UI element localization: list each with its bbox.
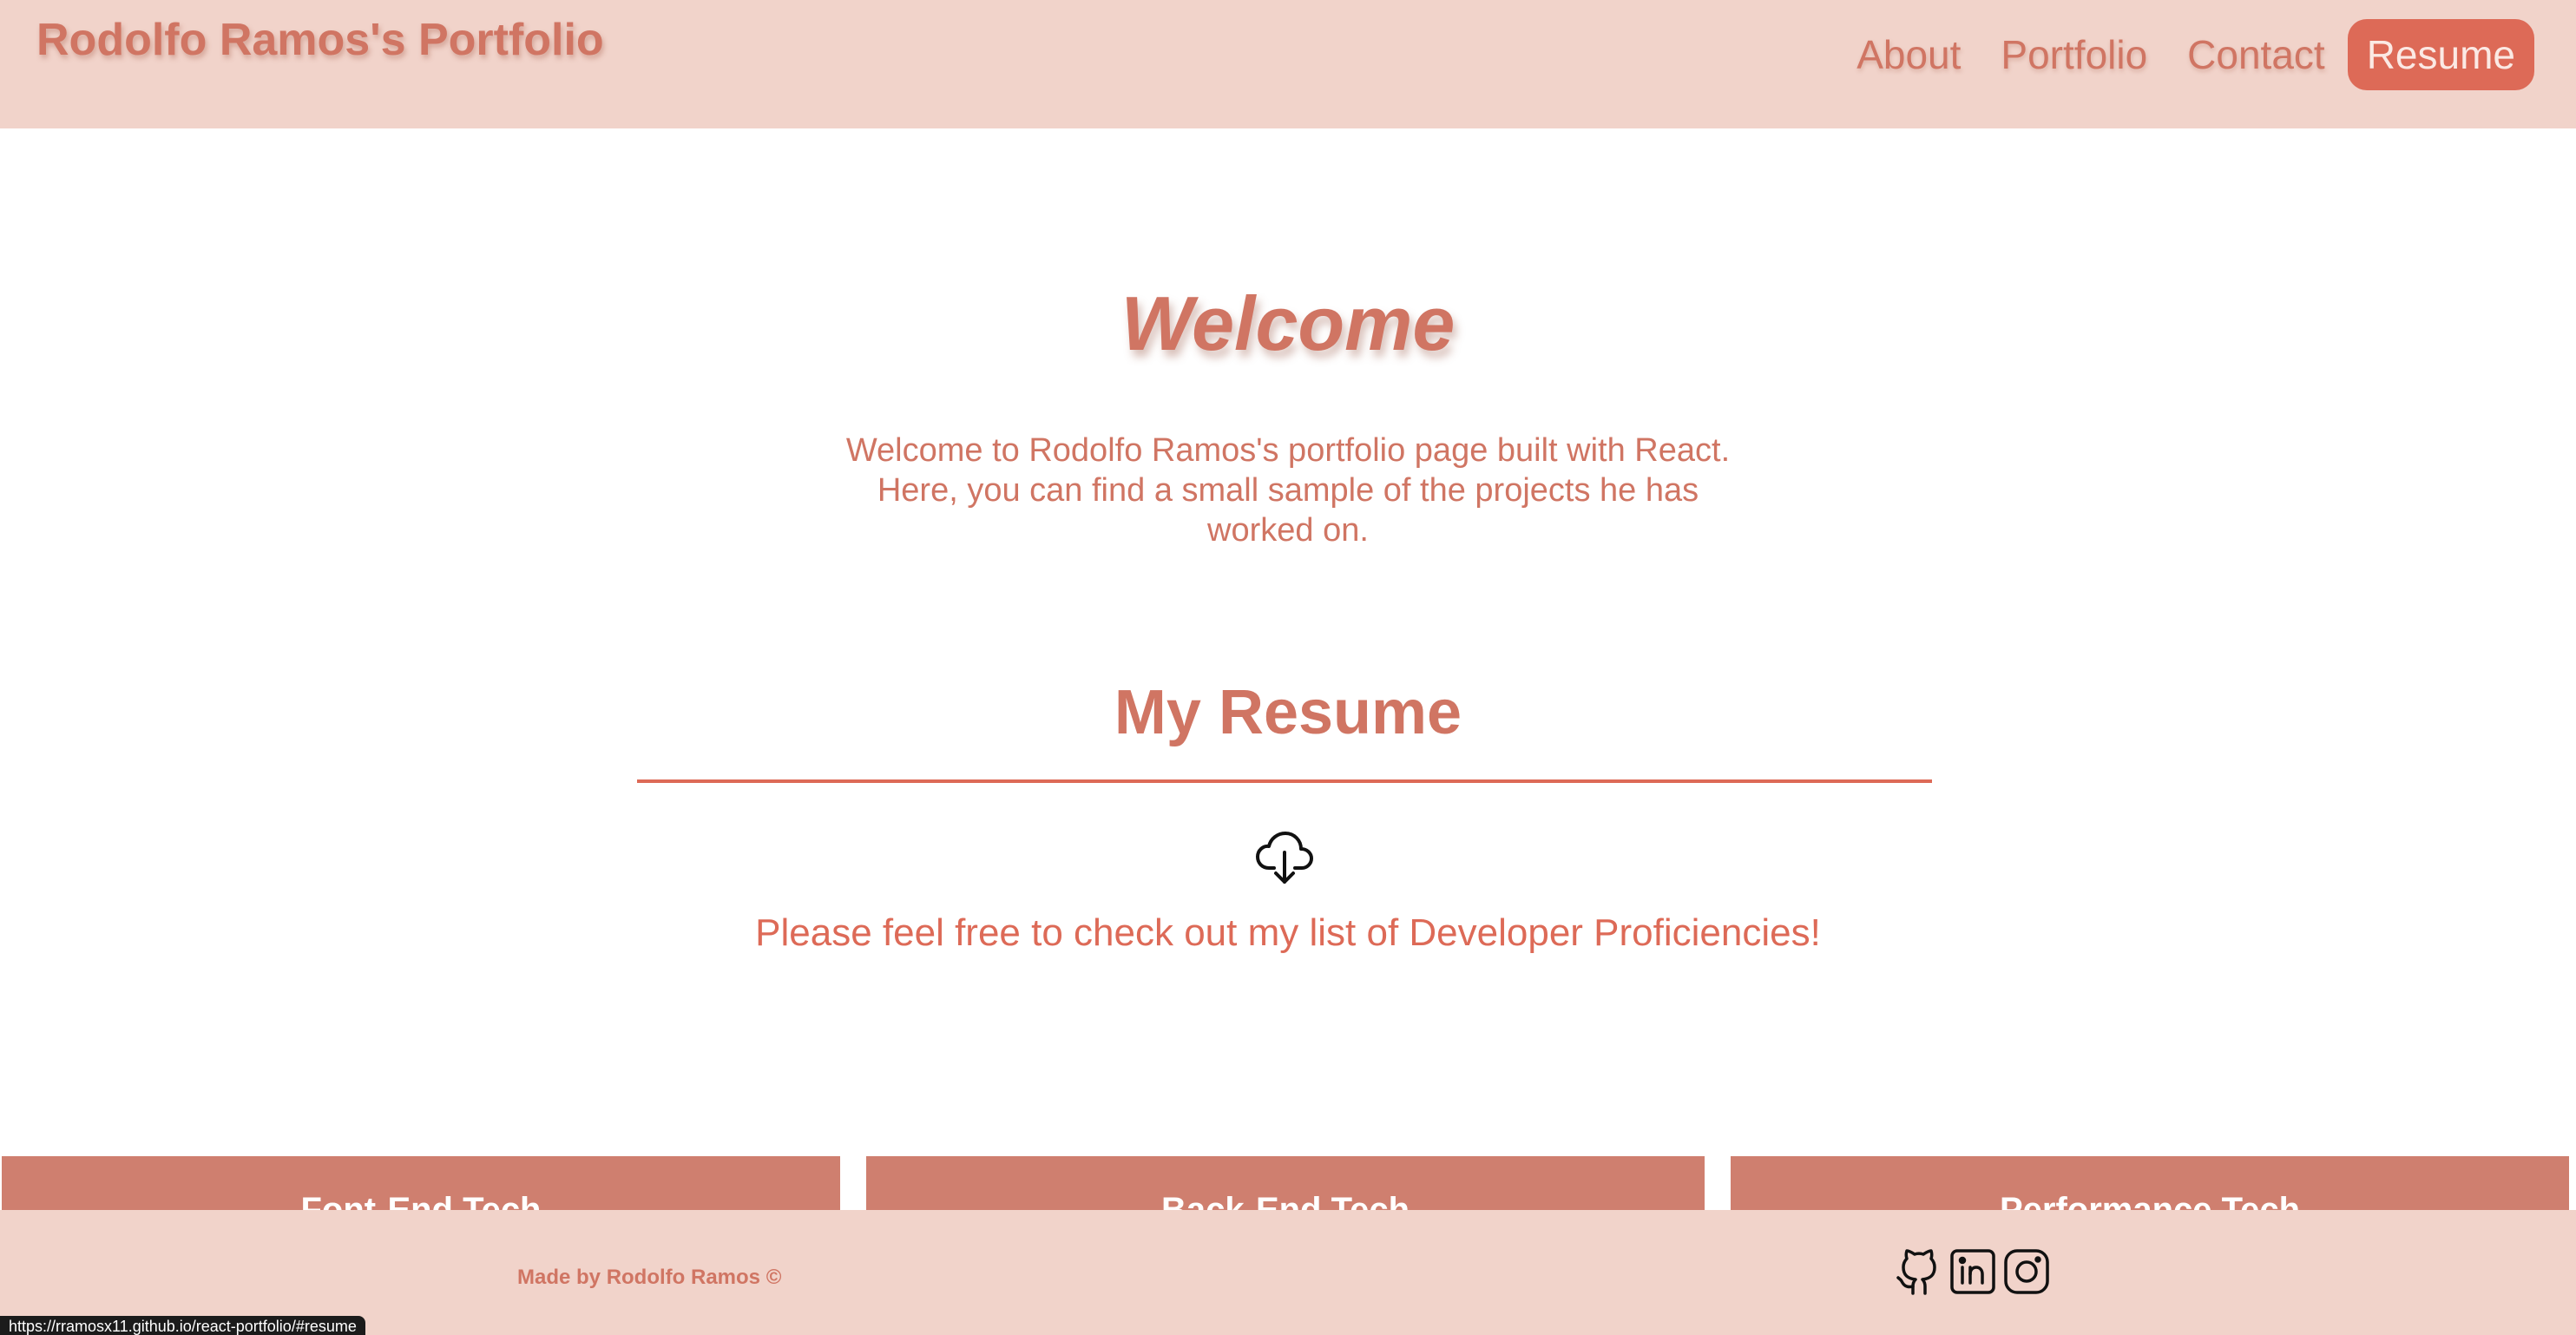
nav-resume[interactable]: Resume xyxy=(2347,19,2534,90)
footer-credit: Made by Rodolfo Ramos © xyxy=(517,1266,782,1289)
site-footer: Made by Rodolfo Ramos © xyxy=(0,1210,2576,1335)
card-performance: Performance Tech xyxy=(1731,1156,2569,1212)
welcome-text: Welcome to Rodolfo Ramos's portfolio pag… xyxy=(845,432,1731,549)
resume-divider xyxy=(637,779,1932,783)
nav-portfolio[interactable]: Portfolio xyxy=(2001,31,2147,78)
welcome-title: Welcome xyxy=(1120,280,1456,366)
card-front-end: Font-End Tech xyxy=(2,1156,840,1212)
linkedin-icon[interactable] xyxy=(1948,1246,1998,1297)
resume-title: My Resume xyxy=(1114,678,1462,747)
social-links xyxy=(1894,1246,2055,1297)
nav-about[interactable]: About xyxy=(1856,31,1961,78)
site-header: Rodolfo Ramos's Portfolio About Portfoli… xyxy=(0,0,2576,128)
github-icon[interactable] xyxy=(1894,1246,1944,1297)
card-back-end: Back-End Tech xyxy=(866,1156,1705,1212)
nav-contact[interactable]: Contact xyxy=(2187,31,2325,78)
proficiency-cards: Font-End Tech Back-End Tech Performance … xyxy=(0,1156,2576,1212)
site-title[interactable]: Rodolfo Ramos's Portfolio xyxy=(36,14,604,66)
status-bar-url: https://rramosx11.github.io/react-portfo… xyxy=(0,1316,365,1335)
proficiencies-text: Please feel free to check out my list of… xyxy=(755,911,1821,954)
cloud-download-icon[interactable] xyxy=(1255,830,1314,887)
main-nav: About Portfolio Contact Resume xyxy=(1817,19,2534,90)
instagram-icon[interactable] xyxy=(2001,1246,2052,1297)
